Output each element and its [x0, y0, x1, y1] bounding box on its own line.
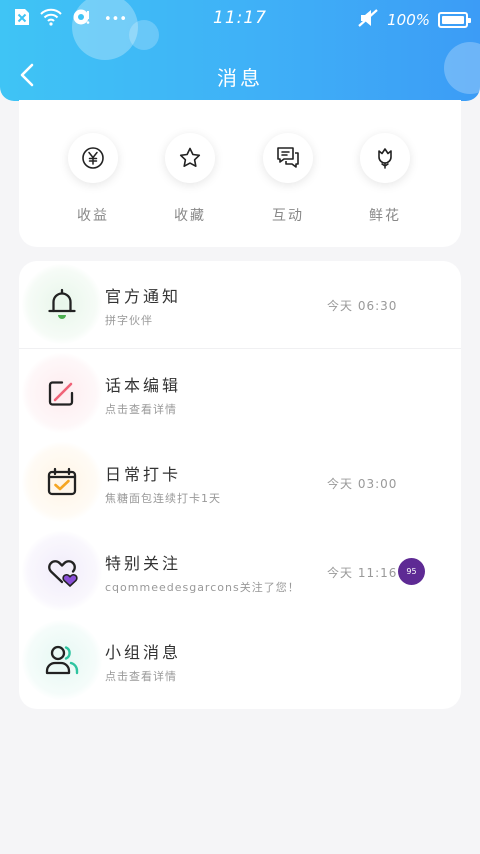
chat-icon [263, 133, 313, 183]
yen-icon [68, 133, 118, 183]
quick-action-label: 收藏 [174, 208, 206, 224]
edit-icon [44, 375, 80, 411]
message-title: 小组消息 [105, 643, 182, 662]
mute-icon [357, 8, 379, 32]
quick-action-interactions[interactable]: 互动 [258, 133, 318, 225]
battery-icon [438, 12, 471, 28]
quick-action-favorites[interactable]: 收藏 [160, 133, 220, 225]
message-title: 日常打卡 [105, 465, 182, 484]
hearts-icon [44, 553, 80, 589]
message-time: 今天 03:00 [327, 477, 398, 491]
message-title: 话本编辑 [105, 376, 182, 395]
unread-badge: 95 [398, 558, 425, 585]
calendar-check-icon [44, 464, 80, 500]
quick-action-label: 收益 [77, 208, 109, 224]
message-subtitle: 点击查看详情 [105, 670, 177, 683]
quick-action-income[interactable]: 收益 [63, 133, 123, 225]
nav-bar: 消息 [0, 52, 480, 98]
quick-action-flowers[interactable]: 鲜花 [355, 133, 415, 225]
flower-icon [360, 133, 410, 183]
message-subtitle: 点击查看详情 [105, 403, 177, 416]
message-time: 今天 11:16 [327, 566, 398, 580]
message-row-follow[interactable]: 特别关注 cqommeedesgarcons关注了您！ 今天 11:16 95 [19, 528, 461, 616]
message-time: 今天 06:30 [327, 299, 398, 313]
message-list: 官方通知 拼字伙伴 今天 06:30 话本编辑 点击查看详情 日常打卡 焦糖面包… [19, 261, 461, 709]
bell-icon [44, 286, 80, 322]
message-row-group[interactable]: 小组消息 点击查看详情 [19, 617, 461, 705]
battery-percent: 100% [387, 11, 430, 29]
message-row-checkin[interactable]: 日常打卡 焦糖面包连续打卡1天 今天 03:00 [19, 439, 461, 527]
status-icons-right: 100% [357, 8, 471, 32]
message-row-editor[interactable]: 话本编辑 点击查看详情 [19, 350, 461, 438]
message-subtitle: 焦糖面包连续打卡1天 [105, 492, 221, 505]
header: ••• 11:17 100% 消息 [0, 0, 480, 101]
quick-actions-card: 收益 收藏 互动 鲜花 [19, 100, 461, 247]
star-icon [165, 133, 215, 183]
quick-action-label: 鲜花 [369, 208, 401, 224]
group-icon [44, 642, 80, 678]
message-row-official[interactable]: 官方通知 拼字伙伴 今天 06:30 [19, 261, 461, 349]
status-bar: ••• 11:17 100% [0, 0, 480, 36]
message-title: 特别关注 [105, 554, 182, 573]
page-title: 消息 [217, 66, 263, 90]
quick-action-label: 互动 [272, 208, 304, 224]
message-title: 官方通知 [105, 287, 182, 306]
message-subtitle: 拼字伙伴 [105, 314, 153, 327]
message-subtitle: cqommeedesgarcons关注了您！ [105, 581, 300, 594]
